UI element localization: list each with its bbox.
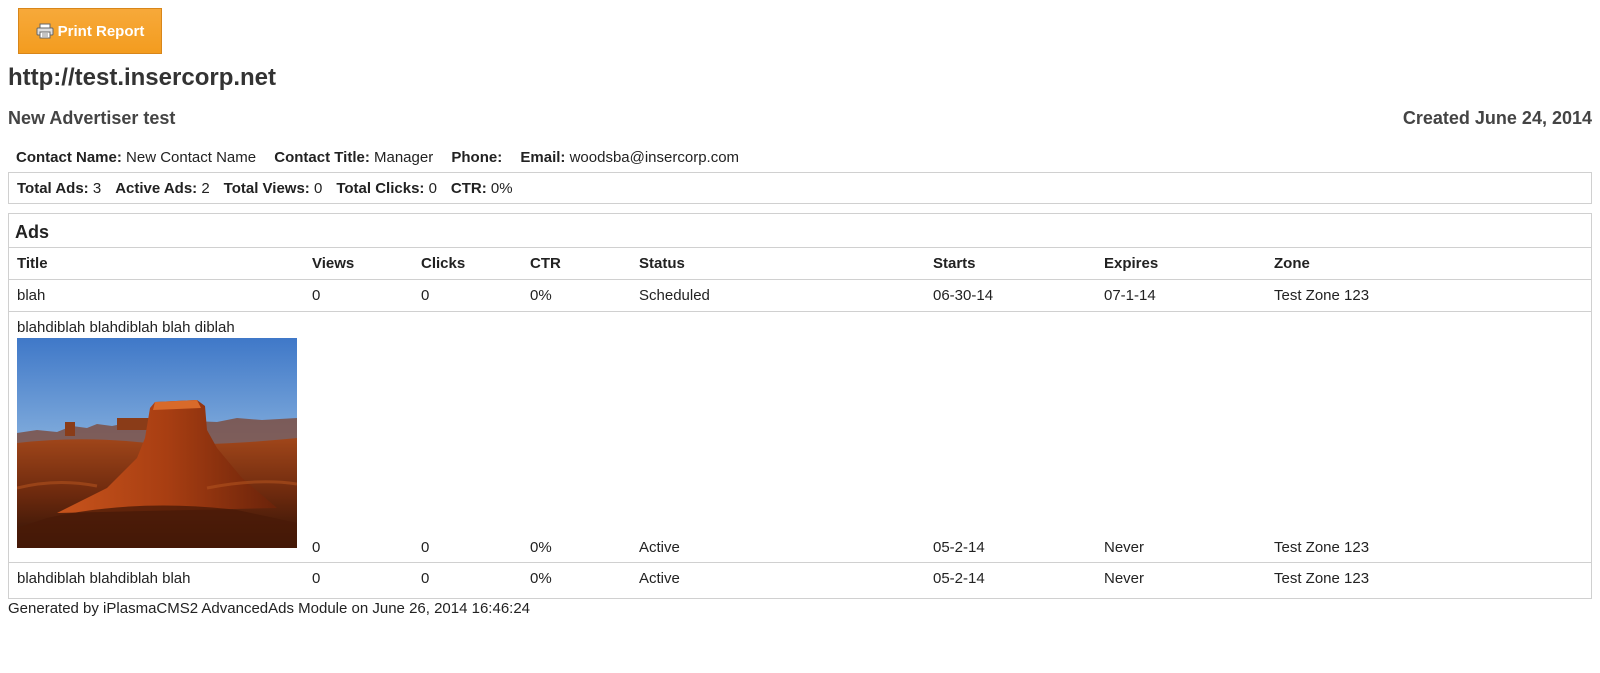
column-header-zone: Zone	[1266, 248, 1591, 280]
print-report-button[interactable]: Print Report	[18, 8, 162, 54]
total-clicks-label: Total Clicks:	[336, 179, 425, 197]
contact-title-label: Contact Title:	[274, 149, 370, 166]
ad-clicks: 0	[413, 311, 522, 563]
table-row: blahdiblah blahdiblah blah 0 0 0% Active…	[9, 563, 1591, 595]
created-date: Created June 24, 2014	[1402, 108, 1592, 128]
print-report-label: Print Report	[57, 22, 145, 40]
ad-expires: 07-1-14	[1096, 279, 1266, 312]
ad-title: blah	[9, 279, 304, 312]
ad-title-cell: blahdiblah blahdiblah blah diblah	[9, 311, 304, 563]
column-header-expires: Expires	[1096, 248, 1266, 280]
ad-status: Scheduled	[631, 279, 925, 312]
ads-table: Title Views Clicks CTR Status Starts Exp…	[9, 248, 1591, 594]
column-header-status: Status	[631, 248, 925, 280]
ad-clicks: 0	[413, 279, 522, 312]
column-header-ctr: CTR	[522, 248, 631, 280]
column-header-title: Title	[9, 248, 304, 280]
total-views-label: Total Views:	[223, 179, 310, 197]
ad-views: 0	[312, 570, 321, 587]
printer-icon	[36, 23, 54, 39]
advertiser-name: New Advertiser test	[8, 108, 176, 128]
ads-panel: Ads Title Views Clicks CTR Status Starts…	[8, 213, 1592, 599]
phone-label: Phone:	[451, 149, 503, 166]
ctr-value: 0%	[490, 179, 513, 197]
ad-zone: Test Zone 123	[1266, 311, 1591, 563]
ad-title: blahdiblah blahdiblah blah diblah	[17, 319, 235, 336]
ad-title: blahdiblah blahdiblah blah	[17, 570, 191, 587]
email-value: woodsba@insercorp.com	[569, 149, 740, 166]
contact-name-value: New Contact Name	[126, 149, 257, 166]
ad-status: Active	[631, 311, 925, 563]
total-clicks-value: 0	[428, 179, 437, 197]
column-header-starts: Starts	[925, 248, 1096, 280]
ad-status: Active	[639, 570, 680, 587]
total-ads-label: Total Ads:	[17, 179, 89, 197]
ad-starts: 06-30-14	[925, 279, 1096, 312]
ad-views: 0	[304, 311, 413, 563]
contact-name-label: Contact Name:	[16, 149, 122, 166]
table-header-row: Title Views Clicks CTR Status Starts Exp…	[9, 248, 1591, 280]
site-url-heading: http://test.insercorp.net	[8, 64, 277, 91]
active-ads-label: Active Ads:	[115, 179, 198, 197]
total-ads-value: 3	[92, 179, 102, 197]
contact-info: Contact Name: New Contact Name Contact T…	[16, 149, 753, 166]
desert-butte-image	[17, 338, 297, 548]
ad-zone: Test Zone 123	[1266, 279, 1591, 312]
active-ads-value: 2	[201, 179, 210, 197]
ad-views: 0	[304, 279, 413, 312]
column-header-clicks: Clicks	[413, 248, 522, 280]
ad-ctr: 0%	[522, 279, 631, 312]
ads-heading: Ads	[9, 214, 1591, 248]
report-footer: Generated by iPlasmaCMS2 AdvancedAds Mod…	[8, 600, 531, 617]
ctr-label: CTR:	[450, 179, 487, 197]
ad-ctr: 0%	[530, 570, 552, 587]
total-views-value: 0	[313, 179, 323, 197]
report-page: Print Report http://test.insercorp.net N…	[0, 0, 1600, 673]
ad-clicks: 0	[421, 570, 430, 587]
table-row: blah 0 0 0% Scheduled 06-30-14 07-1-14 T…	[9, 279, 1591, 312]
table-row: blahdiblah blahdiblah blah diblah 0 0 0%…	[9, 311, 1591, 563]
email-label: Email:	[520, 149, 566, 166]
ad-zone: Test Zone 123	[1274, 570, 1370, 587]
ad-expires: Never	[1096, 311, 1266, 563]
column-header-views: Views	[304, 248, 413, 280]
ad-starts: 05-2-14	[933, 570, 985, 587]
ad-ctr: 0%	[522, 311, 631, 563]
contact-title-value: Manager	[374, 149, 434, 166]
stats-summary: Total Ads: 3 Active Ads: 2 Total Views: …	[8, 172, 1592, 204]
ad-starts: 05-2-14	[925, 311, 1096, 563]
ad-expires: Never	[1104, 570, 1145, 587]
